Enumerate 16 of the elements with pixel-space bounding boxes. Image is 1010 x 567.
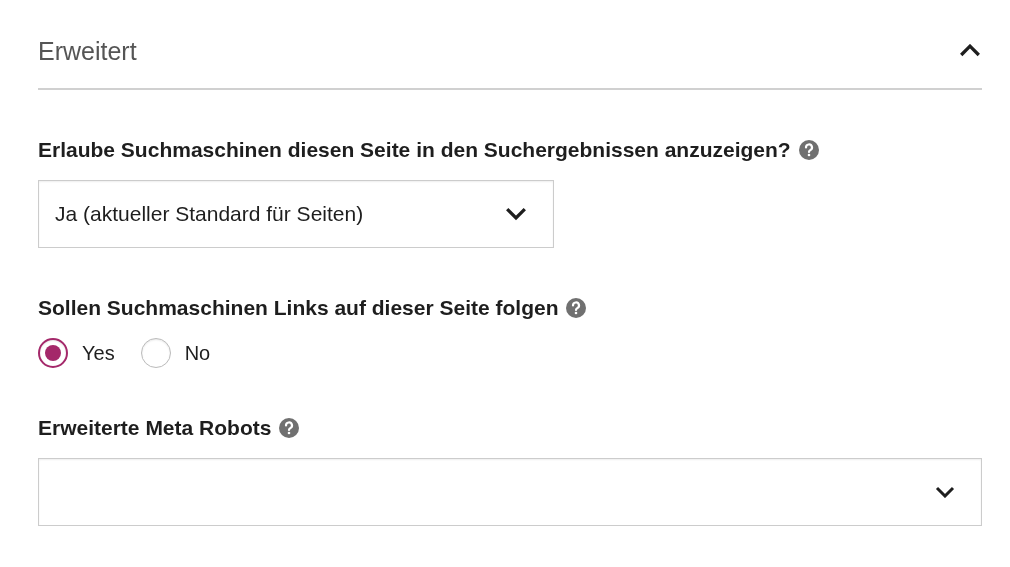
help-icon[interactable] <box>566 298 587 318</box>
radio-button[interactable] <box>38 338 68 368</box>
chevron-up-icon <box>959 44 981 58</box>
field-label: Sollen Suchmaschinen Links auf dieser Seite folgen <box>38 296 559 320</box>
chevron-down-icon <box>935 486 955 498</box>
field-label: Erlaube Suchmaschinen diesen Seite in den Suchergebnissen anzuzeigen? <box>38 138 791 162</box>
radio-button[interactable] <box>140 338 171 368</box>
help-icon[interactable] <box>279 418 300 438</box>
radio-label[interactable]: Yes <box>82 341 115 365</box>
help-icon[interactable] <box>798 140 819 160</box>
section-title: Erweitert <box>38 36 137 66</box>
radio-label[interactable]: No <box>184 341 211 365</box>
select-field[interactable] <box>38 458 982 526</box>
field-label: Erweiterte Meta Robots <box>38 416 272 440</box>
chevron-down-icon <box>505 207 527 221</box>
select-field[interactable]: Ja (aktueller Standard für Seiten) <box>38 180 554 248</box>
